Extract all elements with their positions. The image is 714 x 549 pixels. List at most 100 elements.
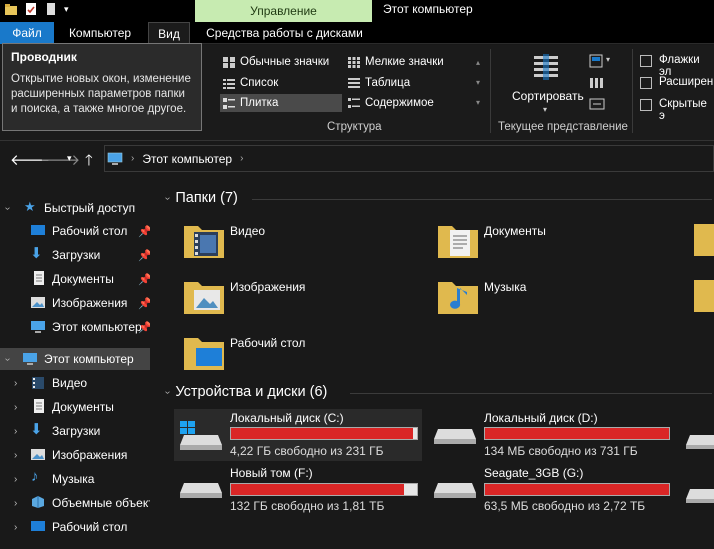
drives-section-title: Устройства и диски (6)	[175, 384, 328, 400]
group-by-icon[interactable]	[589, 53, 605, 69]
sidebar-scrollbar[interactable]	[150, 178, 158, 549]
tab-computer[interactable]: Компьютер	[58, 22, 142, 44]
chevron-down-icon[interactable]: ›	[2, 357, 13, 360]
tab-view[interactable]: Вид	[148, 22, 190, 44]
sidebar-item-music[interactable]: › ♪ Музыка	[0, 468, 158, 490]
pictures-icon	[31, 449, 45, 460]
layout-tiles[interactable]: Плитка	[220, 94, 342, 112]
sidebar-item-downloads[interactable]: ⬇ Загрузки 📌	[0, 244, 158, 266]
folder-pictures[interactable]: Изображения	[182, 272, 422, 320]
sidebar-item-label: Загрузки	[52, 424, 101, 438]
breadcrumb-this-pc[interactable]: Этот компьютер	[142, 152, 232, 166]
computer-icon	[31, 321, 45, 333]
breadcrumb-chevron-icon[interactable]: ›	[240, 153, 243, 164]
drive-f[interactable]: Новый том (F:) 132 ГБ свободно из 1,81 Т…	[174, 463, 422, 515]
sidebar-item-this-pc[interactable]: › Этот компьютер	[0, 348, 158, 370]
section-divider	[252, 199, 712, 200]
folder-icon[interactable]	[4, 2, 18, 16]
layout-table[interactable]: Таблица	[345, 74, 470, 92]
chevron-right-icon[interactable]: ›	[14, 402, 17, 413]
sidebar-item-pc-desktop[interactable]: › Рабочий стол	[0, 516, 158, 538]
sort-button[interactable]: Сортировать	[512, 89, 584, 103]
extensions-toggle[interactable]	[640, 77, 652, 89]
hidden-items-toggle[interactable]	[640, 99, 652, 111]
group-current-view-label: Текущее представление	[498, 121, 628, 133]
sidebar-item-desktop[interactable]: Рабочий стол 📌	[0, 220, 158, 242]
folder-music[interactable]: Музыка	[436, 272, 676, 320]
chevron-right-icon[interactable]: ›	[14, 378, 17, 389]
sidebar-item-pc-pictures[interactable]: › Изображения	[0, 444, 158, 466]
layout-gallery-scroll[interactable]: ▴ ▾ ▾	[473, 53, 483, 113]
chevron-right-icon[interactable]: ›	[14, 522, 17, 533]
new-folder-icon[interactable]	[44, 2, 58, 16]
recent-locations-chevron-icon[interactable]: ▾	[67, 153, 72, 164]
chevron-right-icon[interactable]: ›	[14, 426, 17, 437]
folders-section-title: Папки (7)	[175, 190, 238, 206]
item-checkboxes-toggle[interactable]	[640, 55, 652, 67]
layout-small-icons-label: Мелкие значки	[365, 56, 444, 68]
folders-section-header[interactable]: › Папки (7)	[162, 190, 238, 206]
small-icons-icon	[348, 56, 360, 68]
sidebar-item-pc-documents[interactable]: › Документы	[0, 396, 158, 418]
drive-info: 132 ГБ свободно из 1,81 ТБ	[230, 499, 385, 513]
group-by-dropdown-icon[interactable]: ▾	[606, 55, 610, 64]
sidebar-item-quick-access[interactable]: › ★ Быстрый доступ	[0, 197, 158, 219]
drives-section-header[interactable]: › Устройства и диски (6)	[162, 384, 328, 400]
folder-name: Документы	[484, 224, 546, 238]
sidebar-item-label: Музыка	[52, 472, 95, 486]
video-folder-icon	[184, 226, 224, 258]
layout-small-icons[interactable]: Мелкие значки	[345, 53, 470, 71]
chevron-down-icon[interactable]: ›	[162, 390, 173, 393]
layout-list[interactable]: Список	[220, 74, 342, 92]
folder-icon[interactable]	[692, 220, 714, 260]
chevron-right-icon[interactable]: ›	[14, 474, 17, 485]
customize-qat-icon[interactable]: ▾	[64, 4, 69, 15]
tab-file[interactable]: Файл	[0, 22, 54, 44]
tiles-icon	[223, 97, 235, 109]
layout-content[interactable]: Содержимое	[345, 94, 470, 112]
sidebar-item-label: Быстрый доступ	[44, 201, 136, 215]
chevron-right-icon[interactable]: ›	[14, 450, 17, 461]
add-columns-icon[interactable]	[589, 75, 605, 91]
sidebar-item-pc-downloads[interactable]: › ⬇ Загрузки	[0, 420, 158, 442]
content-icon	[348, 97, 360, 108]
tab-drive-tools[interactable]: Средства работы с дисками	[197, 22, 372, 44]
folder-videos[interactable]: Видео	[182, 216, 422, 264]
star-icon: ★	[24, 199, 36, 214]
chevron-down-icon[interactable]: ›	[162, 196, 173, 199]
folder-icon[interactable]	[692, 276, 714, 316]
drive-c[interactable]: Локальный диск (C:) 4,22 ГБ свободно из …	[174, 409, 422, 461]
fit-columns-icon[interactable]	[589, 97, 605, 111]
sidebar-item-documents[interactable]: Документы 📌	[0, 268, 158, 290]
section-divider	[350, 393, 712, 394]
sort-dropdown-icon[interactable]: ▾	[543, 105, 547, 114]
properties-icon[interactable]	[24, 2, 38, 16]
up-arrow-icon[interactable]: 🡑	[85, 150, 93, 175]
drive-icon[interactable]	[686, 433, 714, 451]
sidebar-item-this-pc-quick[interactable]: Этот компьютер 📌	[0, 316, 158, 338]
folder-documents[interactable]: Документы	[436, 216, 676, 264]
drive-usage-fill	[485, 428, 669, 439]
address-bar[interactable]: › Этот компьютер ›	[104, 145, 714, 172]
cube-icon	[32, 496, 44, 508]
layout-normal-icons[interactable]: Обычные значки	[220, 53, 342, 71]
download-icon: ⬇	[30, 421, 43, 438]
sidebar-item-3d-objects[interactable]: › Объемные объекты	[0, 492, 158, 514]
drive-g[interactable]: Seagate_3GB (G:) 63,5 МБ свободно из 2,7…	[428, 463, 678, 515]
drive-icon	[434, 483, 476, 498]
sidebar-item-label: Этот компьютер	[44, 352, 134, 366]
forward-arrow-icon[interactable]: 🡒	[40, 150, 80, 169]
window-title: Этот компьютер	[383, 2, 473, 16]
drive-icon[interactable]	[686, 487, 714, 505]
chevron-down-icon[interactable]: ›	[2, 206, 13, 209]
tooltip-body: Открытие новых окон, изменение расширенн…	[11, 73, 191, 115]
sidebar-item-pictures[interactable]: Изображения 📌	[0, 292, 158, 314]
drive-name: Новый том (F:)	[230, 466, 313, 480]
hidden-items-label: Скрытые э	[659, 98, 707, 122]
folder-desktop[interactable]: Рабочий стол	[182, 328, 422, 376]
sort-icon[interactable]	[531, 53, 561, 83]
drive-d[interactable]: Локальный диск (D:) 134 МБ свободно из 7…	[428, 409, 678, 461]
sidebar-item-videos[interactable]: › Видео	[0, 372, 158, 394]
chevron-right-icon[interactable]: ›	[14, 498, 17, 509]
download-icon: ⬇	[30, 245, 43, 262]
